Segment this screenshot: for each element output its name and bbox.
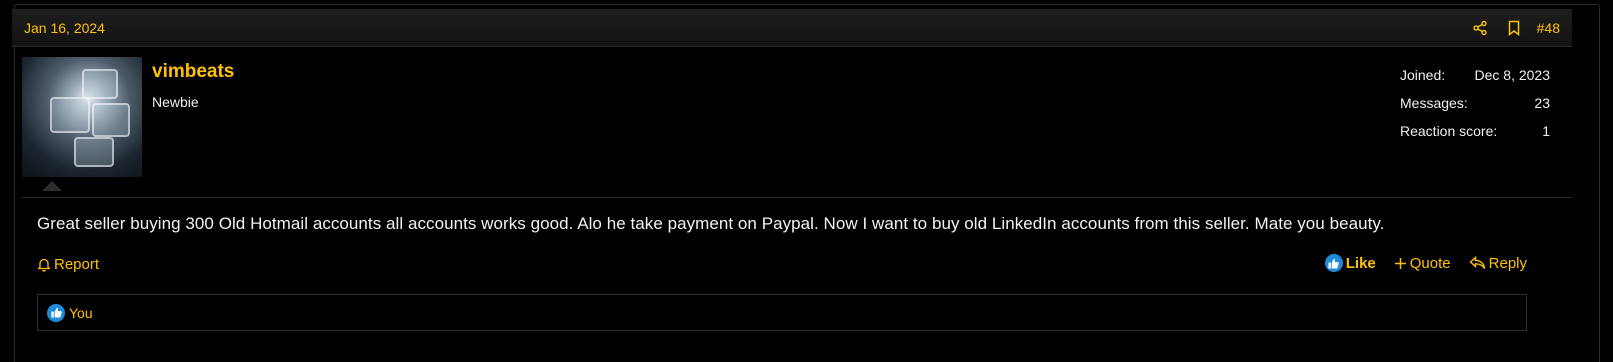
reply-label: Reply bbox=[1488, 254, 1527, 272]
post-actions: Report Like Quote Reply bbox=[37, 254, 1527, 278]
username-link[interactable]: vimbeats bbox=[152, 61, 234, 83]
thumbs-up-icon bbox=[47, 303, 65, 322]
stat-messages: Messages: 23 bbox=[1400, 95, 1550, 123]
post-number-link[interactable]: #48 bbox=[1537, 20, 1560, 36]
post-header: Jan 16, 2024 #48 bbox=[12, 9, 1572, 47]
avatar[interactable] bbox=[22, 57, 142, 177]
bookmark-icon[interactable] bbox=[1497, 16, 1531, 40]
like-label: Like bbox=[1345, 254, 1376, 272]
post-body: Great seller buying 300 Old Hotmail acco… bbox=[37, 214, 1385, 233]
post-header-actions: #48 bbox=[1463, 16, 1560, 40]
avatar-ice-cube bbox=[50, 97, 90, 133]
share-icon[interactable] bbox=[1463, 16, 1497, 40]
stat-label: Messages: bbox=[1400, 95, 1468, 111]
stat-joined: Joined: Dec 8, 2023 bbox=[1400, 67, 1550, 95]
avatar-ice-cube bbox=[92, 103, 130, 137]
bell-icon bbox=[37, 258, 51, 272]
post-actions-right: Like Quote Reply bbox=[1324, 254, 1527, 272]
avatar-arrow bbox=[42, 181, 62, 191]
stat-label: Reaction score: bbox=[1400, 123, 1498, 139]
reaction-users-link[interactable]: You bbox=[69, 305, 93, 321]
reactions-bar: You bbox=[37, 294, 1527, 331]
thumbs-up-icon bbox=[1324, 254, 1343, 272]
user-stats: Joined: Dec 8, 2023 Messages: 23 Reactio… bbox=[1400, 67, 1550, 151]
report-label: Report bbox=[54, 256, 100, 273]
stat-reaction-score: Reaction score: 1 bbox=[1400, 123, 1550, 151]
post-date[interactable]: Jan 16, 2024 bbox=[24, 20, 105, 36]
user-title: Newbie bbox=[152, 94, 199, 110]
stat-value: Dec 8, 2023 bbox=[1474, 67, 1551, 83]
avatar-ice-cube bbox=[82, 69, 118, 99]
reply-button[interactable]: Reply bbox=[1469, 255, 1527, 272]
reply-arrow-icon bbox=[1469, 256, 1485, 269]
stat-value[interactable]: 23 bbox=[1534, 95, 1550, 123]
stat-value: 1 bbox=[1542, 123, 1550, 139]
quote-label: Quote bbox=[1409, 254, 1451, 272]
report-button[interactable]: Report bbox=[37, 256, 99, 273]
divider bbox=[22, 197, 1572, 198]
quote-button[interactable]: Quote bbox=[1394, 255, 1451, 272]
stat-label: Joined: bbox=[1400, 67, 1446, 83]
avatar-ice-cube bbox=[74, 137, 114, 167]
message-user-block: vimbeats Newbie Joined: Dec 8, 2023 Mess… bbox=[22, 57, 1572, 197]
plus-icon bbox=[1394, 257, 1406, 269]
like-button[interactable]: Like bbox=[1324, 254, 1376, 272]
